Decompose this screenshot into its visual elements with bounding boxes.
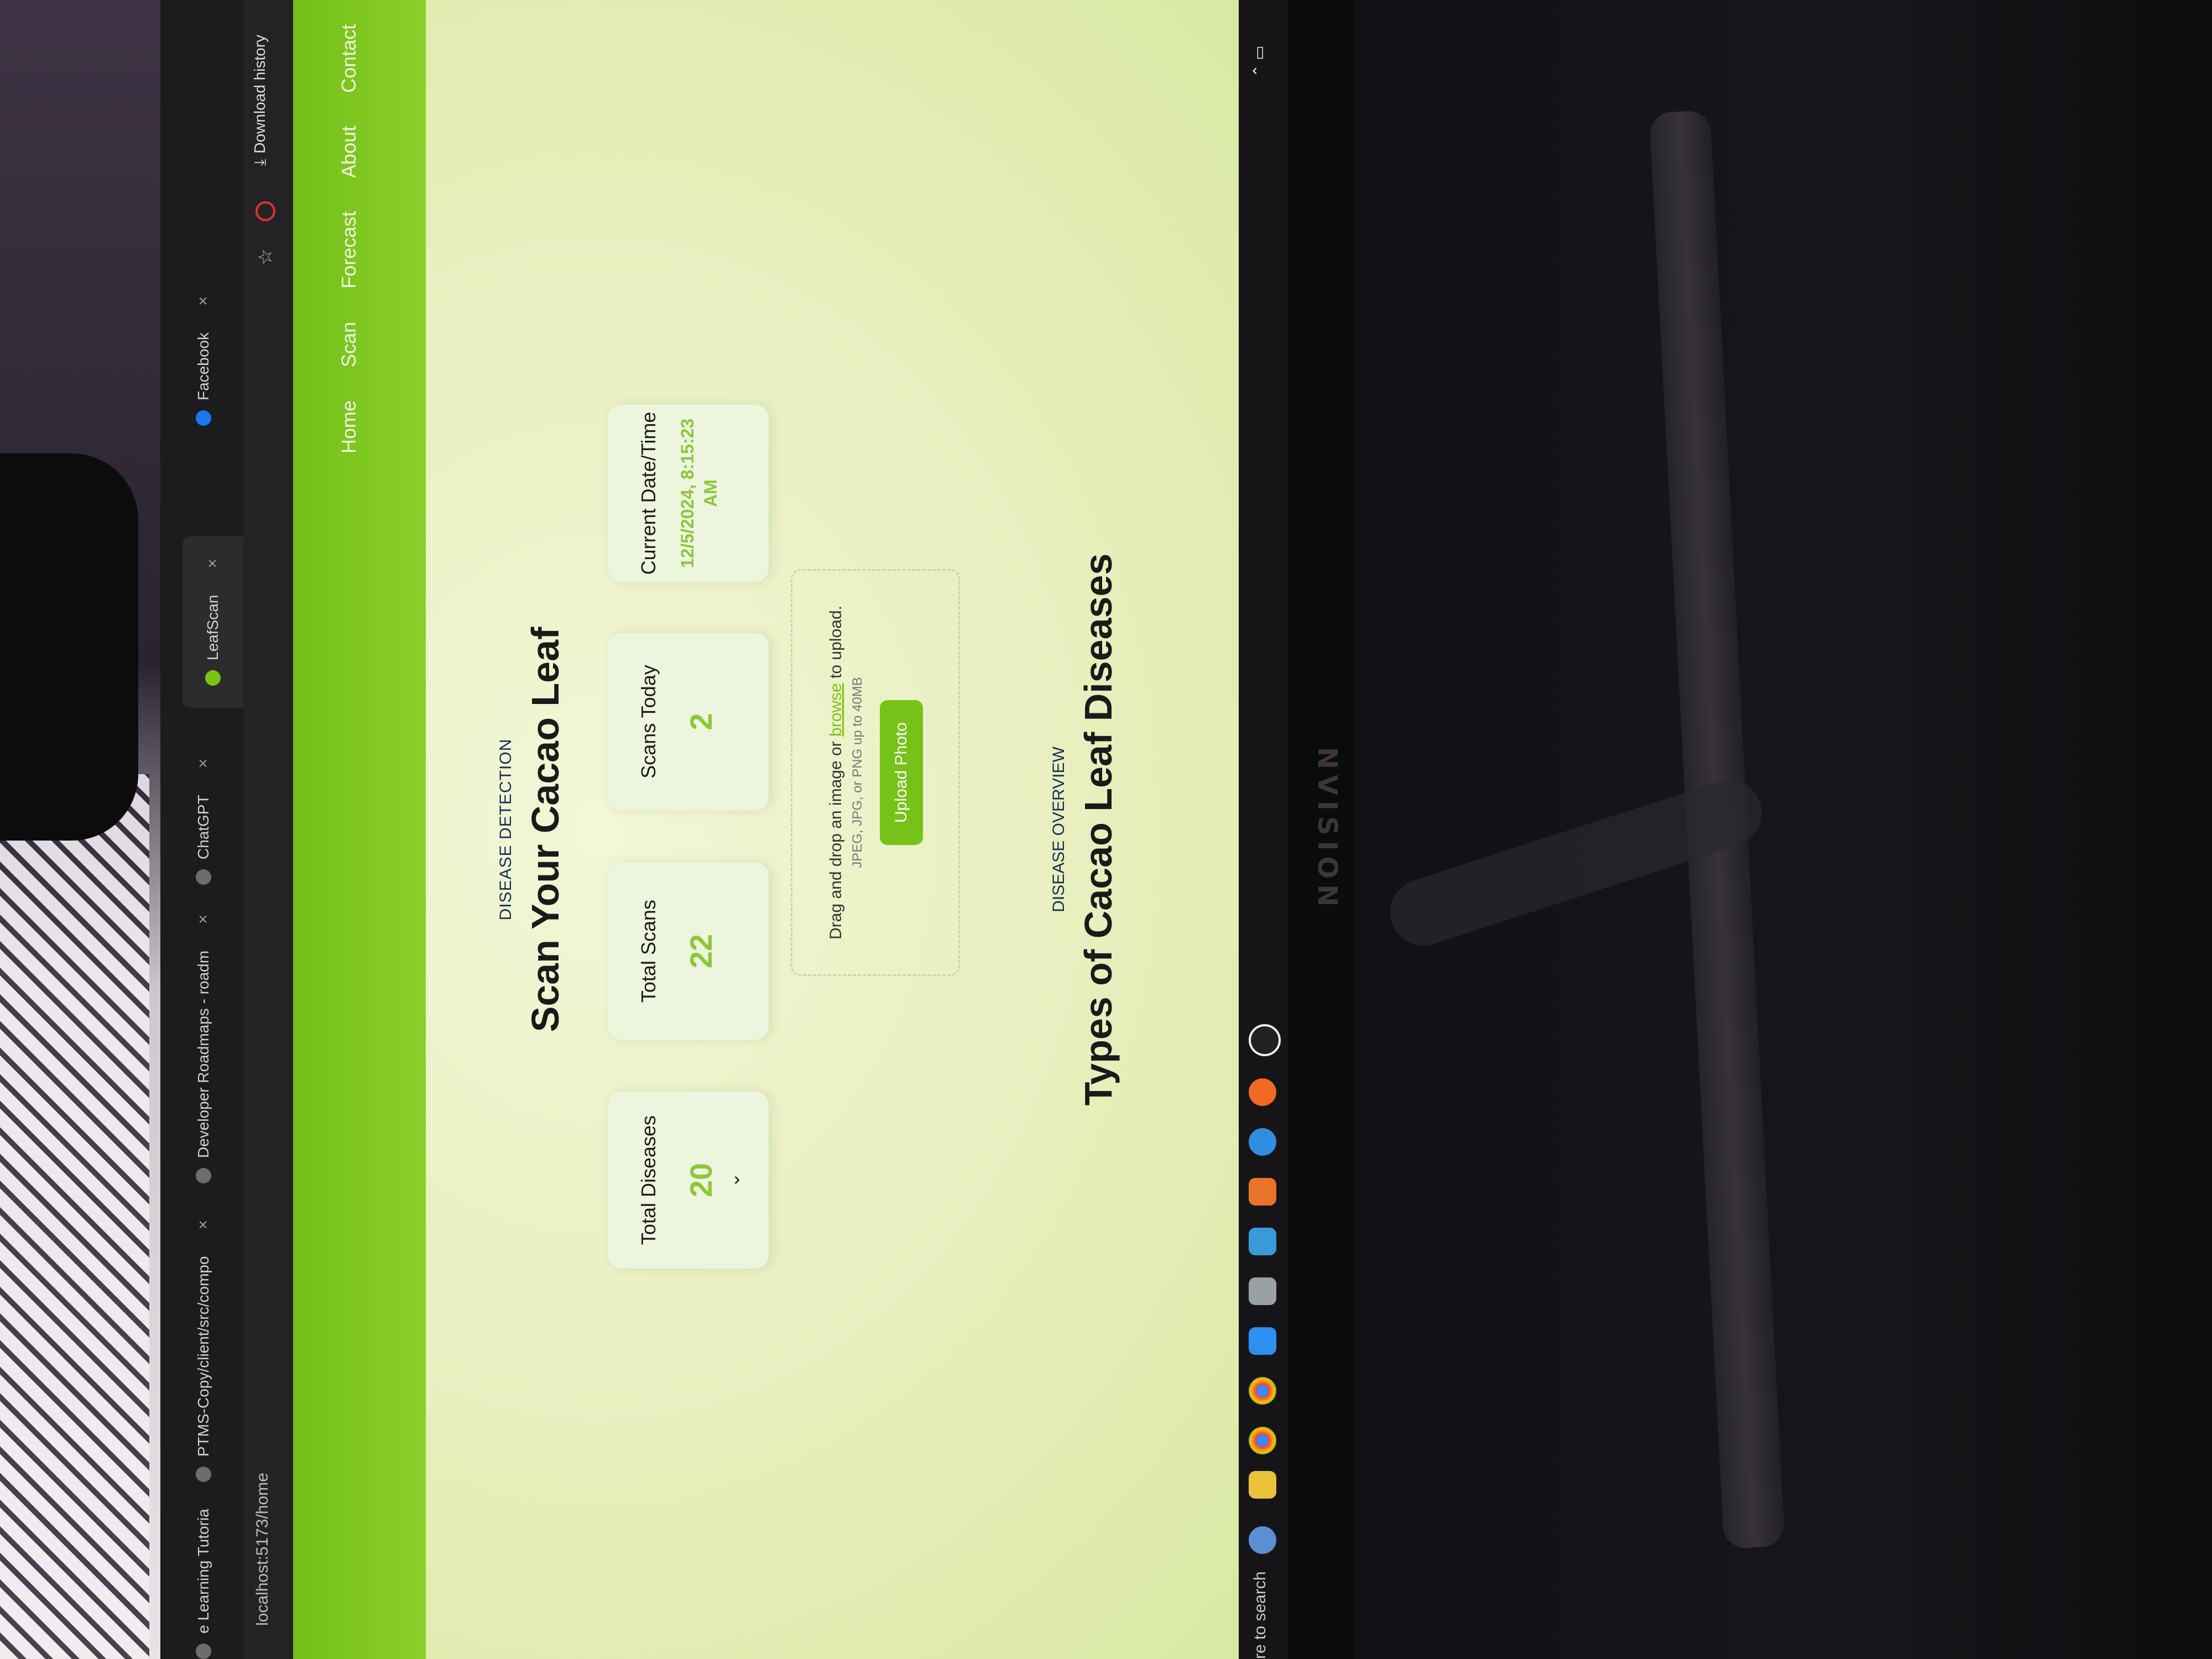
section-title: Types of Cacao Leaf Diseases — [1077, 553, 1120, 1106]
page-content: DISEASE DETECTION Scan Your Cacao Leaf T… — [426, 0, 1288, 1659]
nav-scan[interactable]: Scan — [337, 322, 361, 367]
browser-tab[interactable]: PTMS-Copy/client/src/compo × — [181, 1220, 226, 1482]
dropzone-text-after: to upload. — [827, 606, 845, 684]
section-eyebrow: DISEASE OVERVIEW — [1050, 747, 1068, 912]
background-room — [1355, 0, 2212, 1659]
stat-value: 22 — [684, 933, 718, 969]
tab-favicon-icon — [196, 1644, 211, 1659]
page-title: Scan Your Cacao Leaf — [524, 627, 567, 1032]
dropzone-text-before: Drag and drop an image or — [827, 736, 845, 940]
stat-card-total-diseases[interactable]: Total Diseases 20 ⌄ — [608, 1092, 769, 1269]
chrome-icon[interactable] — [1249, 1377, 1276, 1405]
system-tray-icon[interactable]: ⌃ ▭ — [1250, 45, 1268, 77]
github-icon — [196, 1467, 211, 1482]
tab-label: LeafScan — [204, 594, 221, 660]
stat-value: 2 — [684, 713, 718, 731]
stat-label: Total Scans — [637, 899, 660, 1003]
browser-tab-strip: e Learning Tutoria × PTMS-Copy/client/sr… — [160, 0, 243, 1659]
close-icon[interactable]: × — [194, 914, 213, 924]
stat-card-datetime: Current Date/Time 12/5/2024, 8:15:23 AM — [608, 405, 769, 582]
upload-dropzone[interactable]: Drag and drop an image or browse to uplo… — [791, 569, 960, 976]
stat-card-total-scans: Total Scans 22 — [608, 863, 769, 1040]
browser-tab[interactable]: Facebook × — [181, 296, 226, 426]
browser-tab[interactable]: ChatGPT × — [181, 759, 226, 885]
tab-label: e Learning Tutoria — [195, 1509, 212, 1634]
stat-label: Current Date/Time — [637, 411, 660, 575]
background-object — [0, 453, 138, 841]
overview-heading: DISEASE OVERVIEW Types of Cacao Leaf Dis… — [1050, 0, 1120, 1659]
hero-heading: DISEASE DETECTION Scan Your Cacao Leaf — [497, 0, 567, 1659]
screen: e Learning Tutoria × PTMS-Copy/client/sr… — [160, 0, 1288, 1659]
close-icon[interactable]: × — [194, 296, 213, 306]
download-history-button[interactable]: ⤓ Download history — [251, 35, 269, 166]
chevron-down-icon[interactable]: ⌄ — [722, 1092, 744, 1269]
weather-icon[interactable] — [1249, 1526, 1276, 1554]
url-field[interactable]: localhost:5173/home — [253, 1473, 272, 1626]
extension-icon[interactable] — [255, 201, 275, 221]
nav-links: Home Scan Forecast About Contact — [337, 24, 361, 453]
dropzone-hint: JPEG, JPG, or PNG up to 40MB — [850, 677, 865, 868]
monitor-brand: NVISION — [1312, 747, 1343, 912]
app-icon[interactable] — [1249, 1024, 1281, 1056]
database-icon[interactable] — [1249, 1228, 1276, 1255]
tab-label: Facebook — [195, 332, 212, 400]
nav-about[interactable]: About — [337, 126, 361, 178]
dropzone-text: Drag and drop an image or browse to uplo… — [827, 571, 846, 974]
background-fabric — [0, 774, 149, 1659]
section-eyebrow: DISEASE DETECTION — [497, 738, 515, 921]
close-icon[interactable]: × — [204, 559, 222, 568]
app-icon[interactable] — [1249, 1277, 1276, 1305]
chrome-icon[interactable] — [1249, 1427, 1276, 1454]
download-history-label: Download history — [251, 34, 268, 154]
chatgpt-icon — [196, 869, 211, 885]
leaf-icon — [205, 670, 221, 686]
nav-home[interactable]: Home — [337, 400, 361, 453]
upload-photo-button[interactable]: Upload Photo — [880, 700, 923, 845]
facebook-icon — [196, 410, 211, 426]
site-navbar: Home Scan Forecast About Contact — [293, 0, 426, 1659]
close-icon[interactable]: × — [194, 1220, 213, 1230]
stat-value: 12/5/2024, 8:15:23 AM — [677, 418, 721, 568]
browser-tab-active[interactable]: LeafScan × — [182, 536, 243, 708]
nav-contact[interactable]: Contact — [337, 24, 361, 93]
app-icon[interactable] — [1249, 1128, 1276, 1156]
roadmap-icon — [196, 1168, 211, 1183]
file-explorer-icon[interactable] — [1249, 1471, 1276, 1499]
tab-label: Developer Roadmaps - roadm — [195, 950, 212, 1158]
close-icon[interactable]: × — [194, 759, 213, 769]
star-icon[interactable]: ☆ — [254, 249, 276, 265]
download-icon: ⤓ — [251, 159, 268, 166]
browser-tab[interactable]: Developer Roadmaps - roadm × — [181, 914, 226, 1183]
address-bar: localhost:5173/home ☆ ⤓ Download history — [243, 0, 293, 1659]
stat-card-scans-today: Scans Today 2 — [608, 633, 769, 810]
xampp-icon[interactable] — [1249, 1178, 1276, 1206]
stat-label: Total Diseases — [637, 1115, 660, 1245]
tab-label: ChatGPT — [195, 795, 212, 859]
tab-label: PTMS-Copy/client/src/compo — [195, 1256, 212, 1457]
taskbar-search[interactable]: re to search — [1251, 1572, 1270, 1659]
vscode-icon[interactable] — [1249, 1327, 1276, 1355]
taskbar: re to search ⌃ ▭ — [1239, 0, 1288, 1659]
postman-icon[interactable] — [1249, 1078, 1276, 1106]
browse-link[interactable]: browse — [827, 683, 845, 737]
stat-value: 20 — [684, 1162, 718, 1198]
nav-forecast[interactable]: Forecast — [337, 211, 361, 289]
browser-tab[interactable]: e Learning Tutoria × — [181, 1473, 226, 1659]
stat-label: Scans Today — [637, 665, 660, 779]
